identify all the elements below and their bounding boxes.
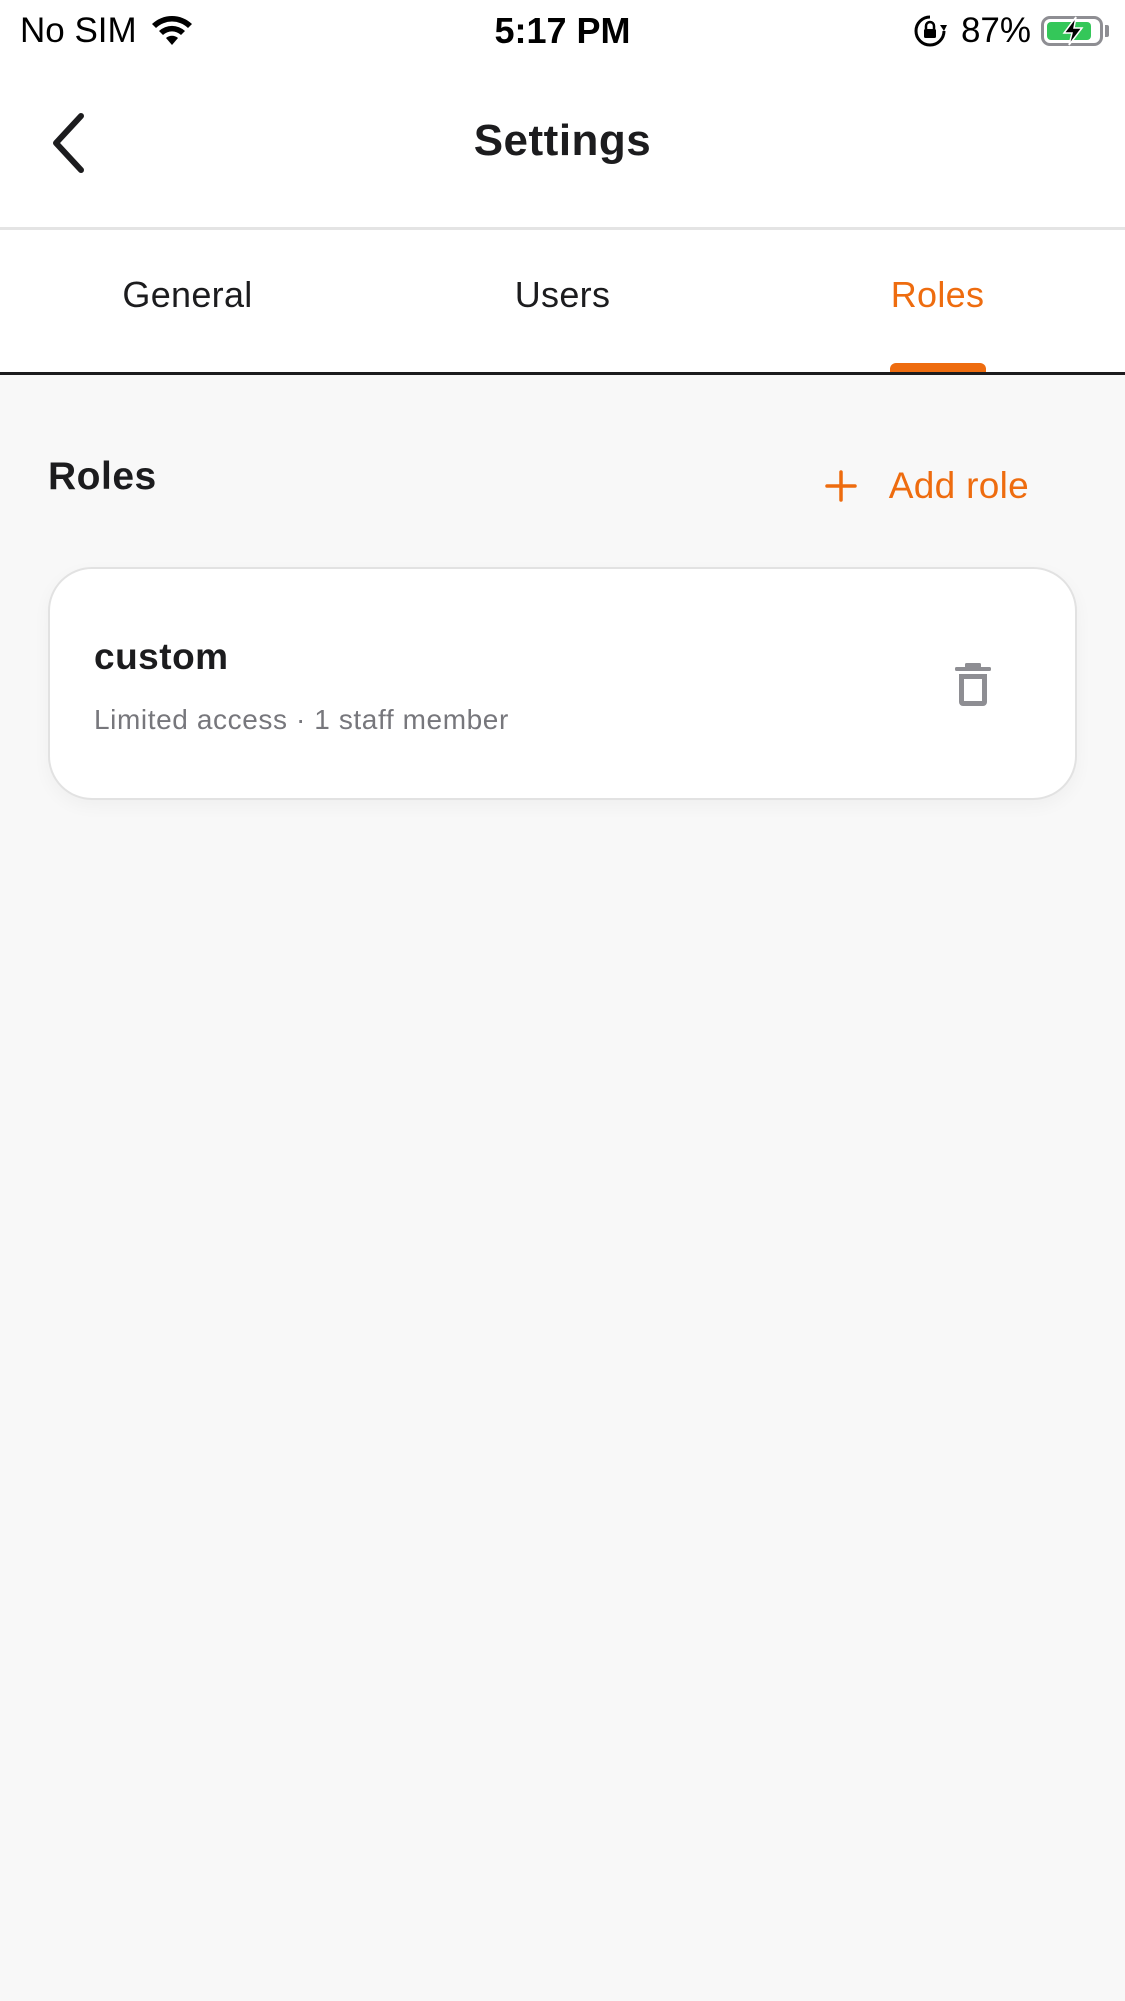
navigation-bar: Settings [0, 62, 1125, 230]
orientation-lock-icon [914, 15, 947, 47]
tab-label: Users [514, 274, 611, 315]
settings-tabs: General Users Roles [0, 230, 1125, 375]
tab-users[interactable]: Users [375, 230, 750, 372]
role-card[interactable]: custom Limited access · 1 staff member [48, 567, 1077, 800]
status-bar: No SIM 5:17 PM 87% [0, 0, 1125, 62]
charging-bolt-icon [1062, 16, 1084, 46]
add-role-label: Add role [888, 465, 1029, 506]
status-indicators: 87% [913, 10, 1109, 52]
page-title: Settings [473, 116, 652, 165]
role-name: custom [94, 636, 229, 677]
plus-icon [825, 470, 857, 502]
add-role-button[interactable]: Add role [825, 465, 1029, 507]
battery-cap [1105, 25, 1109, 37]
battery-percent: 87% [960, 11, 1031, 50]
section-title: Roles [48, 455, 157, 498]
tab-label: General [122, 274, 253, 315]
role-description: Limited access · 1 staff member [94, 704, 509, 735]
tab-roles[interactable]: Roles [750, 230, 1125, 372]
tab-general[interactable]: General [0, 230, 375, 372]
delete-role-button[interactable] [955, 662, 991, 706]
active-tab-indicator [889, 363, 986, 372]
tab-label: Roles [890, 274, 985, 315]
trash-icon [955, 663, 991, 706]
battery-icon [1041, 16, 1103, 46]
